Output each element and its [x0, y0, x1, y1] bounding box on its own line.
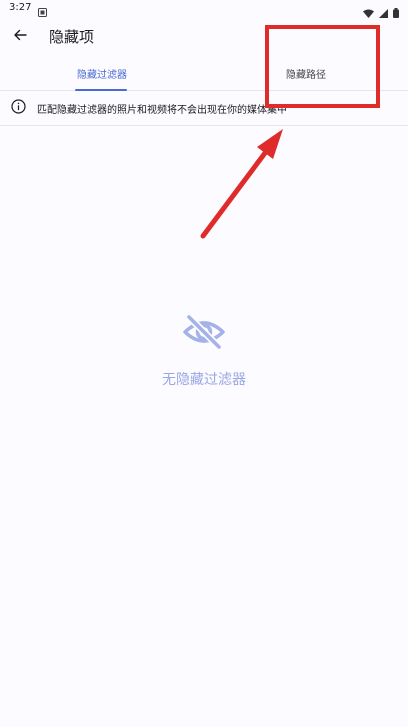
annotation-arrow	[200, 129, 283, 239]
